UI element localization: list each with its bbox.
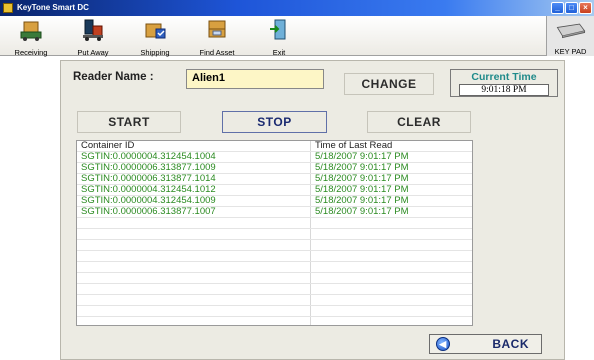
- window-controls: _ □ ×: [551, 2, 592, 14]
- main-area: Reader Name : Alien1 CHANGE Current Time…: [0, 57, 594, 360]
- change-button[interactable]: CHANGE: [344, 73, 434, 95]
- close-button[interactable]: ×: [579, 2, 592, 14]
- stop-button[interactable]: STOP: [222, 111, 327, 133]
- back-arrow-icon: ◀: [436, 337, 450, 351]
- reader-name-field[interactable]: Alien1: [186, 69, 324, 89]
- reader-panel: Reader Name : Alien1 CHANGE Current Time…: [60, 60, 565, 360]
- key-pad-label: KEY PAD: [554, 47, 587, 56]
- window-title: KeyTone Smart DC: [17, 3, 89, 12]
- empty-row: [77, 306, 472, 317]
- find-asset-icon: [208, 20, 226, 38]
- read-results-grid[interactable]: Container ID Time of Last Read SGTIN:0.0…: [76, 140, 473, 326]
- last-read-cell: 5/18/2007 9:01:17 PM: [315, 162, 409, 173]
- clear-button[interactable]: CLEAR: [367, 111, 471, 133]
- back-button[interactable]: ◀ BACK: [429, 334, 542, 354]
- column-header-time-of-last-read[interactable]: Time of Last Read: [315, 141, 392, 151]
- back-label: BACK: [492, 337, 529, 351]
- last-read-cell: 5/18/2007 9:01:17 PM: [315, 173, 409, 184]
- start-button[interactable]: START: [77, 111, 181, 133]
- container-id-cell: SGTIN:0.0000004.312454.1004: [81, 151, 216, 162]
- container-id-cell: SGTIN:0.0000004.312454.1012: [81, 184, 216, 195]
- receiving-icon: [20, 21, 42, 41]
- empty-row: [77, 273, 472, 284]
- container-id-cell: SGTIN:0.0000006.313877.1014: [81, 173, 216, 184]
- find-asset-button[interactable]: Find Asset: [186, 18, 248, 57]
- put-away-icon: [83, 19, 103, 41]
- shipping-label: Shipping: [140, 48, 170, 57]
- empty-row: [77, 295, 472, 306]
- toolbar: Receiving Put Away Shipping Find Asset E…: [0, 16, 594, 57]
- last-read-cell: 5/18/2007 9:01:17 PM: [315, 184, 409, 195]
- exit-label: Exit: [272, 48, 286, 57]
- last-read-cell: 5/18/2007 9:01:17 PM: [315, 151, 409, 162]
- reader-name-label: Reader Name :: [73, 71, 154, 83]
- current-time-title: Current Time: [471, 71, 537, 83]
- minimize-button[interactable]: _: [551, 2, 564, 14]
- find-asset-label: Find Asset: [199, 48, 235, 57]
- empty-row: [77, 262, 472, 273]
- empty-row: [77, 251, 472, 262]
- title-bar: KeyTone Smart DC _ □ ×: [0, 0, 594, 16]
- last-read-cell: 5/18/2007 9:01:17 PM: [315, 206, 409, 217]
- container-id-cell: SGTIN:0.0000006.313877.1009: [81, 162, 216, 173]
- app-icon: [3, 3, 13, 13]
- exit-button[interactable]: Exit: [248, 18, 310, 57]
- keyboard-icon: [556, 23, 585, 39]
- exit-icon: [270, 19, 286, 40]
- container-id-cell: SGTIN:0.0000004.312454.1009: [81, 195, 216, 206]
- put-away-label: Put Away: [77, 48, 109, 57]
- put-away-button[interactable]: Put Away: [62, 18, 124, 57]
- shipping-icon: [145, 23, 166, 39]
- table-row[interactable]: SGTIN:0.0000006.313877.1007 5/18/2007 9:…: [77, 206, 472, 218]
- shipping-button[interactable]: Shipping: [124, 18, 186, 57]
- column-header-container-id[interactable]: Container ID: [81, 141, 134, 151]
- empty-row: [77, 240, 472, 251]
- empty-row: [77, 284, 472, 295]
- empty-row: [77, 229, 472, 240]
- last-read-cell: 5/18/2007 9:01:17 PM: [315, 195, 409, 206]
- receiving-label: Receiving: [14, 48, 48, 57]
- current-time-value: 9:01:18 PM: [459, 84, 549, 96]
- current-time-box: Current Time 9:01:18 PM: [450, 69, 558, 97]
- container-id-cell: SGTIN:0.0000006.313877.1007: [81, 206, 216, 217]
- maximize-button[interactable]: □: [565, 2, 578, 14]
- key-pad-button[interactable]: KEY PAD: [546, 16, 594, 56]
- receiving-button[interactable]: Receiving: [0, 18, 62, 57]
- empty-row: [77, 218, 472, 229]
